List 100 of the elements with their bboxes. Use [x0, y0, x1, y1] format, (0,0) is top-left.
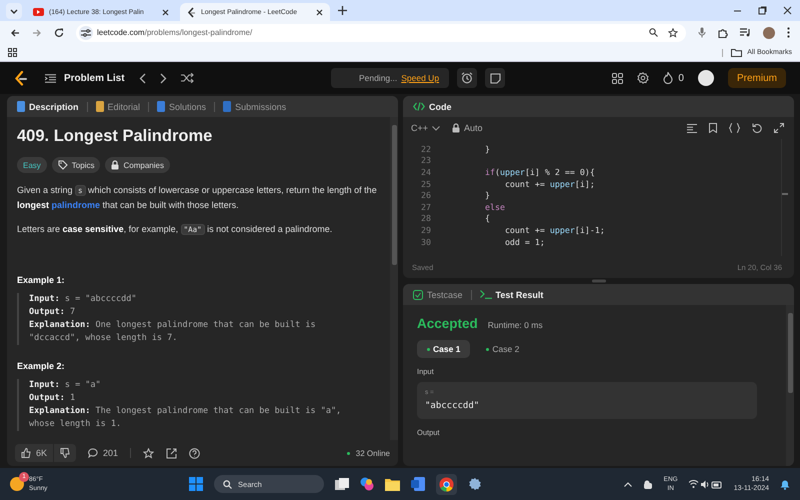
- example-title: Example 1:: [17, 275, 66, 285]
- line-number: 28: [420, 213, 431, 224]
- panel-tab[interactable]: Editorial: [96, 101, 140, 112]
- site-info-icon[interactable]: [79, 26, 93, 40]
- bookmark-icon[interactable]: [709, 123, 717, 133]
- reset-icon[interactable]: [752, 123, 762, 133]
- panel-tab[interactable]: Testcase: [413, 290, 463, 300]
- thumbs-down-icon: [60, 448, 70, 458]
- panel-tab[interactable]: Solutions: [157, 101, 206, 112]
- browser-app-icon[interactable]: [436, 474, 458, 494]
- task-view-icon[interactable]: [335, 478, 350, 490]
- problem-title: 409. Longest Palindrome: [17, 127, 214, 146]
- new-tab-icon[interactable]: [338, 6, 347, 15]
- media-control-icon[interactable]: [740, 28, 751, 37]
- forward-icon[interactable]: [32, 28, 42, 38]
- input-value: "abccccdd": [425, 401, 480, 411]
- code-tab[interactable]: Code: [413, 102, 452, 112]
- scrollbar[interactable]: [786, 305, 794, 466]
- tab-search-icon[interactable]: [6, 2, 22, 18]
- streak-counter[interactable]: 0: [663, 72, 684, 84]
- network-volume-battery-icons[interactable]: [688, 480, 723, 488]
- checkbox-icon: [413, 290, 423, 300]
- star-icon[interactable]: [668, 28, 678, 38]
- scrollbar[interactable]: [390, 117, 398, 440]
- line-number: 25: [420, 178, 431, 189]
- restore-icon[interactable]: [758, 6, 767, 15]
- shuffle-icon[interactable]: [180, 73, 194, 83]
- comments-button[interactable]: 201: [88, 448, 118, 458]
- braces-icon[interactable]: [729, 123, 740, 133]
- panel-tab[interactable]: Submissions: [223, 101, 286, 112]
- notes-button[interactable]: [485, 68, 506, 88]
- expand-icon[interactable]: [774, 123, 784, 133]
- document-app-icon[interactable]: [411, 477, 426, 491]
- example-line: Input: s = "a": [29, 379, 102, 392]
- microphone-icon[interactable]: [698, 27, 706, 38]
- back-icon[interactable]: [10, 28, 20, 38]
- auto-mode-toggle[interactable]: Auto: [452, 123, 483, 133]
- panel-tab[interactable]: Description: [17, 101, 79, 112]
- result-status: Accepted: [417, 316, 478, 331]
- code-line: }: [484, 144, 490, 154]
- thumbs-up-icon: [21, 448, 31, 458]
- zoom-icon[interactable]: [649, 28, 658, 37]
- reload-icon[interactable]: [54, 28, 64, 38]
- tag-icon: [58, 160, 68, 170]
- premium-button[interactable]: Premium: [728, 68, 786, 88]
- panel-tab[interactable]: Test Result: [480, 290, 544, 300]
- line-number: 26: [420, 190, 431, 200]
- extensions-icon[interactable]: [718, 28, 728, 38]
- code-line: {: [484, 213, 490, 224]
- profile-avatar[interactable]: [763, 26, 775, 38]
- settings-icon[interactable]: [637, 72, 650, 84]
- close-icon[interactable]: [162, 8, 169, 16]
- topics-tag[interactable]: Topics: [52, 157, 100, 173]
- editor-scrollbar[interactable]: [781, 139, 788, 256]
- help-icon[interactable]: [189, 448, 200, 458]
- copilot-icon[interactable]: [360, 477, 374, 491]
- line-number: 22: [420, 144, 431, 154]
- lock-icon: [452, 123, 460, 133]
- close-icon[interactable]: [316, 8, 323, 16]
- code-line: }: [484, 190, 490, 200]
- line-number: 24: [420, 166, 431, 177]
- menu-icon[interactable]: [787, 27, 790, 38]
- bell-icon[interactable]: [780, 478, 790, 490]
- example-line: Explanation: One longest palindrome that can be built is "dccaccd", whose length is 7.: [29, 319, 317, 345]
- alarm-clock-icon: [461, 72, 474, 84]
- lock-icon: [111, 160, 120, 170]
- star-icon[interactable]: [143, 448, 154, 458]
- start-icon[interactable]: [189, 477, 204, 491]
- example-line: Explanation: The longest palindrome that can be built is "a", whose length is 1.: [29, 405, 342, 431]
- chevron-up-icon[interactable]: [624, 482, 632, 486]
- timer-button[interactable]: [457, 68, 478, 88]
- apps-icon[interactable]: [8, 48, 17, 57]
- runtime-text: Runtime: 0 ms: [488, 320, 543, 330]
- example-title: Example 2:: [17, 361, 66, 371]
- format-icon[interactable]: [687, 124, 697, 132]
- code-line: count += upper[i];: [504, 178, 595, 189]
- line-number: 29: [420, 224, 431, 235]
- cloud-app-icon[interactable]: [642, 480, 653, 488]
- layout-grid-icon[interactable]: [612, 72, 624, 84]
- flame-icon: [663, 72, 674, 84]
- case-tab[interactable]: Case 1: [417, 340, 470, 358]
- close-window-icon[interactable]: [783, 6, 792, 15]
- user-avatar[interactable]: [698, 70, 714, 86]
- palindrome-link[interactable]: palindrome: [52, 200, 100, 210]
- chevron-right-icon[interactable]: [160, 72, 167, 84]
- problem-list-button[interactable]: Problem List: [45, 72, 125, 84]
- address-bar[interactable]: leetcode.com/problems/longest-palindrome/: [76, 24, 686, 42]
- language-dropdown[interactable]: C++: [411, 123, 440, 133]
- terminal-icon: [480, 290, 492, 299]
- leetcode-logo[interactable]: [14, 70, 27, 86]
- companies-tag[interactable]: Companies: [105, 157, 170, 173]
- chevron-left-icon[interactable]: [138, 72, 146, 84]
- folder-app-icon[interactable]: [385, 478, 400, 490]
- online-count: 32 Online: [346, 448, 390, 458]
- settings-app-icon[interactable]: [468, 477, 482, 491]
- code-line: odd = 1;: [504, 236, 545, 247]
- speed-up-link[interactable]: Speed Up: [401, 73, 440, 83]
- share-icon[interactable]: [166, 448, 178, 458]
- case-tab[interactable]: Case 2: [476, 340, 530, 358]
- line-number: 23: [420, 155, 431, 166]
